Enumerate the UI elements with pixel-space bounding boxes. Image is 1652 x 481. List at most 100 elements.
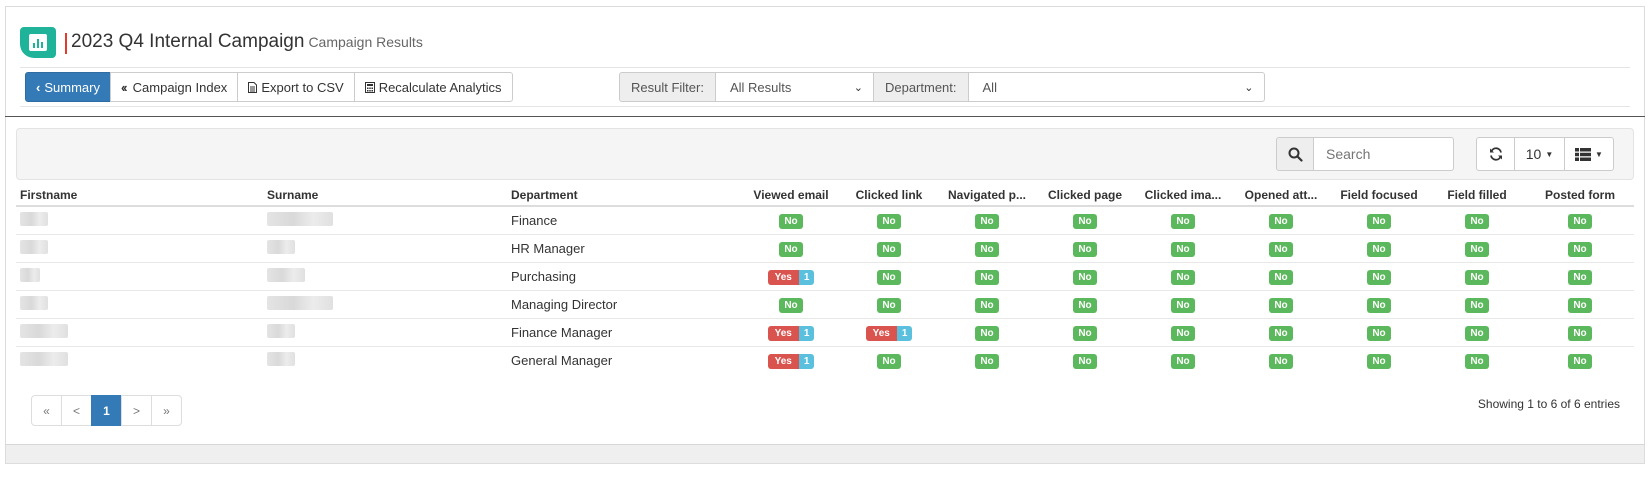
status-cell: No: [840, 233, 938, 262]
status-cell: No: [1036, 205, 1134, 234]
last-page-button[interactable]: »: [151, 395, 182, 426]
summary-label: Summary: [44, 79, 100, 95]
status-cell: No: [1330, 289, 1428, 318]
list-icon: [1575, 147, 1592, 161]
status-badge-no: No: [1367, 325, 1391, 341]
column-header[interactable]: Field filled: [1428, 184, 1526, 207]
status-badge-no: No: [1367, 241, 1391, 257]
department-filter-value: All: [982, 79, 997, 95]
column-header[interactable]: Posted form: [1526, 184, 1634, 207]
search-icon[interactable]: [1276, 137, 1314, 171]
summary-button[interactable]: ‹ Summary: [25, 72, 111, 102]
department-cell: Finance Manager: [507, 317, 742, 346]
next-page-button[interactable]: >: [121, 395, 152, 426]
status-cell: No: [938, 317, 1036, 346]
result-filter-value: All Results: [729, 79, 792, 95]
section-divider: [5, 116, 1645, 117]
previous-page-button[interactable]: <: [61, 395, 92, 426]
column-header[interactable]: Department: [507, 184, 742, 207]
toolbar-divider: [20, 106, 1630, 107]
status-badge-no: No: [779, 297, 803, 313]
status-badge-yes: Yes: [767, 353, 799, 369]
header-divider: [20, 67, 1630, 68]
status-cell: No: [1134, 317, 1232, 346]
column-header[interactable]: Surname: [263, 184, 507, 207]
status-cell: No: [1330, 233, 1428, 262]
current-page-button[interactable]: 1: [91, 395, 122, 426]
status-badge-no: No: [1568, 241, 1592, 257]
table-body: Finance No No No No No No No No No HR Manager No No N…: [16, 205, 1634, 374]
status-badge-no: No: [1465, 241, 1489, 257]
status-cell: No: [1330, 261, 1428, 290]
department-cell: Managing Director: [507, 289, 742, 318]
status-badge-no: No: [975, 241, 999, 257]
table-row: Finance No No No No No No No No No: [16, 205, 1634, 234]
status-badge-no: No: [1465, 213, 1489, 229]
page-size-dropdown[interactable]: 10 ▼: [1514, 137, 1565, 171]
status-badge-no: No: [975, 325, 999, 341]
count-badge: 1: [896, 325, 913, 341]
firstname-cell: [16, 205, 263, 234]
status-cell: No: [1232, 233, 1330, 262]
column-header[interactable]: Field focused: [1330, 184, 1428, 207]
status-cell: No: [1134, 205, 1232, 234]
status-badge-no: No: [975, 297, 999, 313]
status-badge-no: No: [779, 241, 803, 257]
caret-down-icon: ▼: [1595, 149, 1603, 159]
status-cell: No: [1036, 317, 1134, 346]
chevron-down-icon: ⌄: [1244, 81, 1254, 94]
column-header[interactable]: Clicked ima...: [1134, 184, 1232, 207]
campaign-index-button[interactable]: ‹‹ Campaign Index: [109, 72, 239, 102]
column-header[interactable]: Opened att...: [1232, 184, 1330, 207]
status-cell: Yes 1: [840, 317, 938, 346]
status-cell: No: [938, 261, 1036, 290]
calculator-icon: [364, 81, 375, 93]
status-cell: No: [1232, 261, 1330, 290]
status-cell: Yes 1: [742, 317, 840, 346]
column-header[interactable]: Firstname: [16, 184, 263, 207]
surname-cell: [263, 205, 507, 234]
column-header[interactable]: Viewed email: [742, 184, 840, 207]
status-cell: No: [938, 205, 1036, 234]
recalculate-analytics-button[interactable]: Recalculate Analytics: [353, 72, 513, 102]
department-filter-select[interactable]: All ⌄: [967, 72, 1265, 102]
count-badge: 1: [798, 353, 815, 369]
surname-cell: [263, 345, 507, 374]
status-badge-no: No: [1568, 353, 1592, 369]
status-cell: No: [742, 289, 840, 318]
redacted-surname: [267, 211, 333, 226]
status-badge-no: No: [1073, 325, 1097, 341]
status-cell: No: [1036, 345, 1134, 374]
columns-dropdown[interactable]: ▼: [1564, 137, 1614, 171]
page-title: 2023 Q4 Internal Campaign Campaign Result…: [71, 31, 423, 53]
column-header[interactable]: Clicked link: [840, 184, 938, 207]
result-filter-select[interactable]: All Results ⌄: [714, 72, 874, 102]
search-input[interactable]: [1314, 137, 1454, 171]
status-badge-no: No: [1171, 297, 1195, 313]
export-csv-button[interactable]: Export to CSV: [237, 72, 355, 102]
status-badge-no: No: [1465, 353, 1489, 369]
campaign-index-label: Campaign Index: [132, 79, 228, 95]
refresh-button[interactable]: [1476, 137, 1515, 171]
first-page-button[interactable]: «: [31, 395, 62, 426]
status-cell: Yes 1: [742, 261, 840, 290]
status-badge-yes: Yes: [767, 269, 799, 285]
status-badge-no: No: [1171, 241, 1195, 257]
column-header[interactable]: Clicked page: [1036, 184, 1134, 207]
status-badge-no: No: [1073, 353, 1097, 369]
table-row: Purchasing Yes 1 No No No No No No No No: [16, 261, 1634, 290]
redacted-firstname: [20, 211, 48, 226]
status-badge-no: No: [1367, 269, 1391, 285]
redacted-firstname: [20, 267, 40, 282]
column-header[interactable]: Navigated p...: [938, 184, 1036, 207]
surname-cell: [263, 233, 507, 262]
status-badge-no: No: [877, 241, 901, 257]
department-filter-label: Department:: [872, 72, 969, 102]
results-table: Firstname Surname Department Viewed emai…: [16, 184, 1634, 374]
status-badge-yes: Yes: [767, 325, 799, 341]
redacted-surname: [267, 239, 295, 254]
count-badge: 1: [798, 269, 815, 285]
action-toolbar: ‹ Summary ‹‹ Campaign Index Export to CS…: [25, 72, 513, 102]
status-badge-no: No: [1465, 325, 1489, 341]
status-cell: No: [938, 233, 1036, 262]
